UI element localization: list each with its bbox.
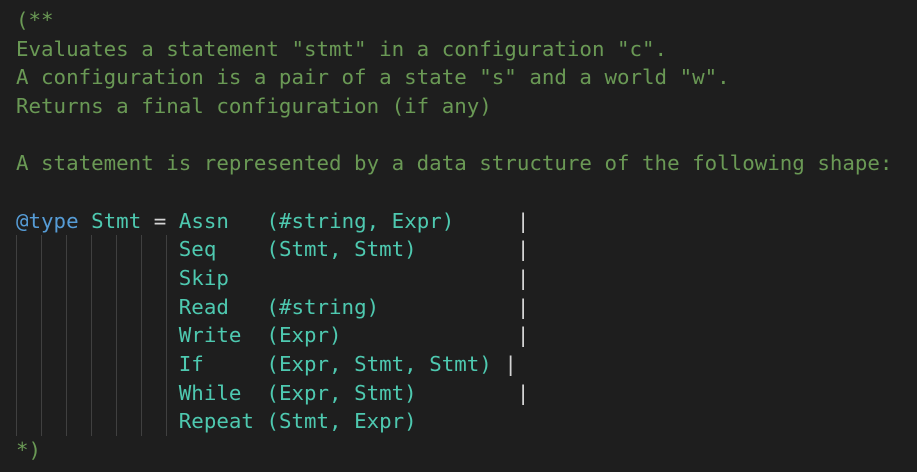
type-keyword: @type	[16, 208, 79, 233]
indent-guide	[66, 321, 68, 350]
variant: Repeat (Stmt, Expr)	[178, 409, 417, 434]
variant: Read (#string)	[178, 294, 517, 319]
code-line-variant: Skip |	[16, 263, 917, 293]
indent-guide	[41, 263, 43, 293]
indent-guide	[141, 349, 143, 379]
code-line-variant: Repeat (Stmt, Expr)	[16, 407, 917, 436]
indent-guide	[66, 263, 68, 293]
indent-guide	[166, 321, 168, 350]
indent-guide	[116, 349, 118, 379]
indent-guide	[116, 263, 118, 293]
indent-guide	[116, 292, 118, 322]
code-editor[interactable]: (** Evaluates a statement "stmt" in a co…	[0, 0, 917, 465]
code-line-comment: Evaluates a statement "stmt" in a config…	[16, 36, 668, 61]
indent-guide	[141, 235, 143, 264]
indent-guide	[116, 407, 118, 436]
indent-guide	[16, 292, 17, 322]
indent-guide	[91, 321, 93, 350]
code-line-variant: If (Expr, Stmt, Stmt) |	[16, 349, 917, 379]
indent-guide	[141, 321, 143, 350]
code-line-variant: Seq (Stmt, Stmt) |	[16, 235, 917, 264]
indent-guide	[16, 378, 17, 408]
indent-guide	[16, 263, 17, 293]
indent-guide	[66, 292, 68, 322]
indent-guide	[166, 235, 168, 264]
variant: Skip	[178, 265, 517, 290]
indent-guide	[141, 292, 143, 322]
indent-guide	[41, 407, 43, 436]
code-line-comment: A statement is represented by a data str…	[16, 151, 893, 176]
indent-guide	[16, 235, 17, 264]
indent-guide	[16, 407, 17, 436]
indent-guide	[91, 378, 93, 408]
indent-guide	[141, 378, 143, 408]
indent-guide	[41, 321, 43, 350]
indent-guide	[41, 378, 43, 408]
indent-guide	[66, 378, 68, 408]
indent-guide	[116, 378, 118, 408]
code-line-comment-end: *)	[16, 437, 42, 462]
code-line-variant: Write (Expr) |	[16, 321, 917, 350]
code-line-type-decl: @type Stmt = Assn (#string, Expr) |	[16, 207, 917, 236]
indent-guide	[91, 292, 93, 322]
equals-operator: =	[153, 208, 167, 233]
indent-guide	[91, 349, 93, 379]
indent-guide	[141, 263, 143, 293]
code-line-comment: (**	[16, 8, 54, 32]
indent-guide	[66, 407, 68, 436]
indent-guide	[116, 235, 118, 264]
separator: |	[516, 237, 530, 262]
indent-guide	[166, 407, 168, 436]
code-line-variant: Read (#string) |	[16, 292, 917, 322]
separator: |	[516, 265, 530, 290]
code-line-comment: Returns a final configuration (if any)	[16, 93, 492, 118]
indent-guide	[66, 349, 68, 379]
indent-guide	[166, 378, 168, 408]
variant: Assn (#string, Expr)	[178, 208, 517, 233]
variant: Seq (Stmt, Stmt)	[178, 237, 517, 262]
variant: While (Expr, Stmt)	[178, 380, 517, 405]
indent-guide	[41, 292, 43, 322]
code-line-comment: A configuration is a pair of a state "s"…	[16, 65, 730, 90]
code-line-variant: While (Expr, Stmt) |	[16, 378, 917, 408]
indent-guide	[116, 321, 118, 350]
separator: |	[516, 208, 530, 233]
indent-guide	[16, 349, 17, 379]
indent-guide	[16, 321, 17, 350]
separator: |	[516, 380, 530, 405]
indent-guide	[91, 263, 93, 293]
indent-guide	[166, 349, 168, 379]
code-line-comment	[16, 178, 917, 207]
indent-guide	[41, 349, 43, 379]
indent-guide	[66, 235, 68, 264]
type-name: Stmt	[91, 208, 142, 233]
indent-guide	[166, 292, 168, 322]
indent-guide	[141, 407, 143, 436]
indent-guide	[91, 407, 93, 436]
indent-guide	[91, 235, 93, 264]
separator: |	[504, 351, 517, 376]
variant: Write (Expr)	[178, 323, 517, 348]
indent-guide	[41, 235, 43, 264]
separator: |	[516, 323, 530, 348]
indent-guide	[166, 263, 168, 293]
separator: |	[516, 294, 530, 319]
code-line-comment	[16, 121, 917, 150]
variant: If (Expr, Stmt, Stmt)	[178, 351, 505, 376]
